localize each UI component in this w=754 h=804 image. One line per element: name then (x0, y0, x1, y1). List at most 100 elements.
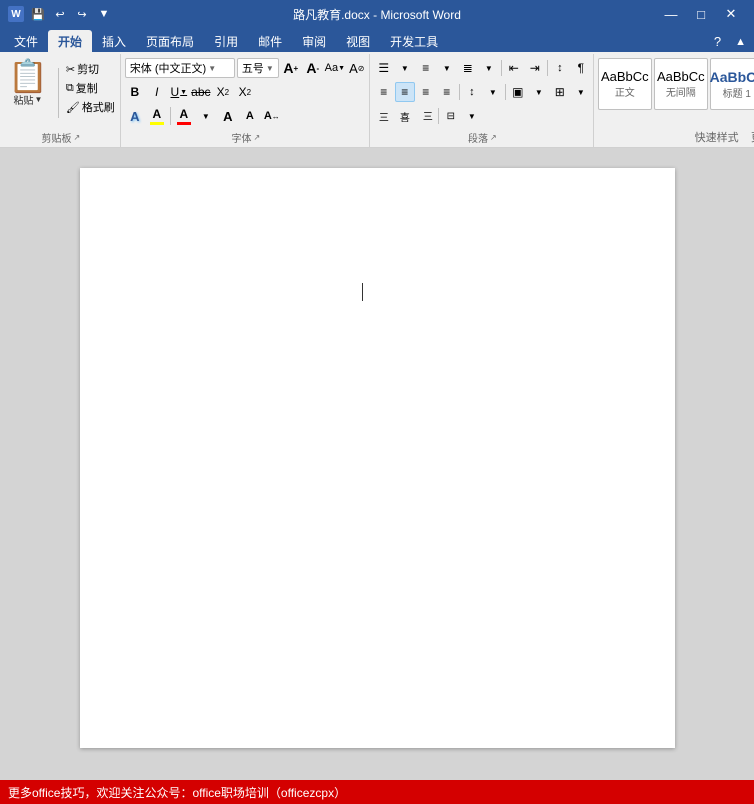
italic-button[interactable]: I (147, 82, 167, 102)
change-case-button[interactable]: Aa▼ (325, 58, 345, 78)
font-color-arrow[interactable]: ▼ (196, 106, 216, 126)
shading-icon: ▣ (512, 85, 523, 99)
multilevel-button[interactable]: ≣ (458, 58, 478, 78)
tab-home[interactable]: 开始 (48, 30, 92, 52)
borders-arrow[interactable]: ▼ (571, 82, 591, 102)
para-sep2 (547, 60, 548, 76)
customize-quick-btn[interactable]: ▼ (94, 4, 114, 24)
help-button[interactable]: ? (708, 31, 727, 52)
cut-icon: ✂ (66, 63, 75, 76)
tab-references[interactable]: 引用 (204, 30, 248, 52)
grow-font-button[interactable]: A+ (281, 58, 301, 78)
multilevel-arrow[interactable]: ▼ (479, 58, 499, 78)
tab-view[interactable]: 视图 (336, 30, 380, 52)
window-controls[interactable]: — □ ✕ (656, 0, 746, 28)
document-page[interactable] (80, 168, 675, 748)
line-spacing-button[interactable]: ↕ (462, 82, 482, 102)
borders-button[interactable]: ⊞ (550, 82, 570, 102)
font-size-dropdown[interactable]: 五号 ▼ (237, 58, 279, 78)
line-spacing-arrow[interactable]: ▼ (483, 82, 503, 102)
undo-quick-btn[interactable]: ↩ (50, 4, 70, 24)
ribbon-expand-btn[interactable]: ▲ (727, 33, 754, 51)
minimize-button[interactable]: — (656, 0, 686, 28)
clipboard-small-btns: ✂ 剪切 ⧉ 复制 🖌 格式刷 (63, 60, 118, 116)
cut-button[interactable]: ✂ 剪切 (63, 60, 118, 78)
style-item-nospace[interactable]: AaBbCc 无间隔 (654, 58, 708, 110)
copy-button[interactable]: ⧉ 复制 (63, 79, 118, 97)
chinese-layout-btn1[interactable]: 三 (374, 106, 394, 126)
status-bar: 更多office技巧，欢迎关注公众号：office职场培训（officezcpx… (0, 780, 754, 804)
superscript-button[interactable]: X2 (235, 82, 255, 102)
char-spacing-button[interactable]: A↔ (262, 106, 282, 126)
sort-button[interactable]: ↕ (550, 58, 570, 78)
shading-arrow[interactable]: ▼ (529, 82, 549, 102)
distribute-arrow[interactable]: ▼ (462, 106, 482, 126)
tab-mailings[interactable]: 邮件 (248, 30, 292, 52)
clipboard-section: 📋 粘贴 ▼ ✂ 剪切 ⧉ 复制 🖌 格式刷 (0, 54, 121, 147)
font-color-button[interactable]: A (174, 106, 194, 126)
subscript-button[interactable]: X2 (213, 82, 233, 102)
clipboard-content: 📋 粘贴 ▼ ✂ 剪切 ⧉ 复制 🖌 格式刷 (4, 58, 118, 128)
bold-button[interactable]: B (125, 82, 145, 102)
paragraph-expand-icon[interactable]: ↗ (490, 133, 497, 142)
paste-button[interactable]: 📋 粘贴 ▼ (4, 58, 52, 109)
para-sep5 (438, 108, 439, 124)
increase-indent-button[interactable]: ⇥ (525, 58, 545, 78)
align-center-button[interactable]: ≡ (395, 82, 415, 102)
align-left-button[interactable]: ≡ (374, 82, 394, 102)
align-right-button[interactable]: ≡ (416, 82, 436, 102)
underline-button[interactable]: U ▼ (169, 82, 189, 102)
numbering-button[interactable]: ≡ (416, 58, 436, 78)
text-effects-button[interactable]: A (125, 106, 145, 126)
highlight-bar (150, 122, 164, 125)
save-quick-btn[interactable]: 💾 (28, 4, 48, 24)
styles-content: AaBbCc 正文 AaBbCc 无间隔 AaBbCc 标题 1 AaBbCc … (598, 58, 754, 127)
styles-label: 快速样式 更改样式 (598, 127, 754, 147)
bullets-button[interactable]: ☰ (374, 58, 394, 78)
tab-layout[interactable]: 页面布局 (136, 30, 204, 52)
font-name-dropdown[interactable]: 宋体 (中文正文) ▼ (125, 58, 235, 78)
paste-icon: 📋 (8, 60, 48, 92)
tab-insert[interactable]: 插入 (92, 30, 136, 52)
format-painter-icon: 🖌 (66, 101, 80, 114)
font-size-shrink-alt[interactable]: A (240, 106, 260, 126)
title-bar: W 💾 ↩ ↪ ▼ 路凡教育.docx - Microsoft Word — □… (0, 0, 754, 28)
tab-file[interactable]: 文件 (4, 30, 48, 52)
tab-developer[interactable]: 开发工具 (380, 30, 448, 52)
justify-button[interactable]: ≡ (437, 82, 457, 102)
strikethrough-button[interactable]: abc (191, 82, 211, 102)
format-painter-button[interactable]: 🖌 格式刷 (63, 98, 118, 116)
font-size-grow-alt[interactable]: A (218, 106, 238, 126)
close-button[interactable]: ✕ (716, 0, 746, 28)
decrease-indent-button[interactable]: ⇤ (504, 58, 524, 78)
bullets-arrow[interactable]: ▼ (395, 58, 415, 78)
style-item-heading1[interactable]: AaBbCc 标题 1 (710, 58, 754, 110)
font-expand-icon[interactable]: ↗ (253, 133, 260, 142)
text-cursor (362, 283, 363, 301)
chinese-layout-btn2[interactable]: 喜 (395, 106, 415, 126)
font-name-arrow: ▼ (208, 64, 216, 73)
quick-styles-btn[interactable]: 快速样式 (695, 129, 739, 145)
shrink-font-button[interactable]: A- (303, 58, 323, 78)
promo-text: 更多office技巧，欢迎关注公众号：office职场培训（officezcpx… (0, 780, 754, 804)
style-item-normal[interactable]: AaBbCc 正文 (598, 58, 652, 110)
section-divider (58, 68, 59, 118)
quick-access-toolbar: 💾 ↩ ↪ ▼ (28, 4, 114, 24)
numbering-arrow[interactable]: ▼ (437, 58, 457, 78)
para-sep4 (505, 84, 506, 100)
paragraph-section: ☰ ▼ ≡ ▼ ≣ ▼ ⇤ ⇥ ↕ ¶ ≡ ≡ ≡ ≡ ↕ ▼ (370, 54, 594, 147)
clipboard-expand-icon[interactable]: ↗ (74, 133, 81, 142)
highlight-color-button[interactable]: A (147, 106, 167, 126)
redo-quick-btn[interactable]: ↪ (72, 4, 92, 24)
show-marks-button[interactable]: ¶ (571, 58, 591, 78)
font-section: 宋体 (中文正文) ▼ 五号 ▼ A+ A- Aa▼ A⊘ B I U ▼ (121, 54, 370, 147)
shading-button[interactable]: ▣ (508, 82, 528, 102)
font-row1: 宋体 (中文正文) ▼ 五号 ▼ A+ A- Aa▼ A⊘ (125, 58, 367, 78)
tab-review[interactable]: 审阅 (292, 30, 336, 52)
word-icon: W (8, 6, 24, 22)
chinese-layout-btn3[interactable]: 三 (416, 106, 436, 126)
maximize-button[interactable]: □ (686, 0, 716, 28)
window-title: 路凡教育.docx - Microsoft Word (293, 6, 461, 23)
clear-format-button[interactable]: A⊘ (347, 58, 367, 78)
distribute-btn[interactable]: ⊟ (441, 106, 461, 126)
